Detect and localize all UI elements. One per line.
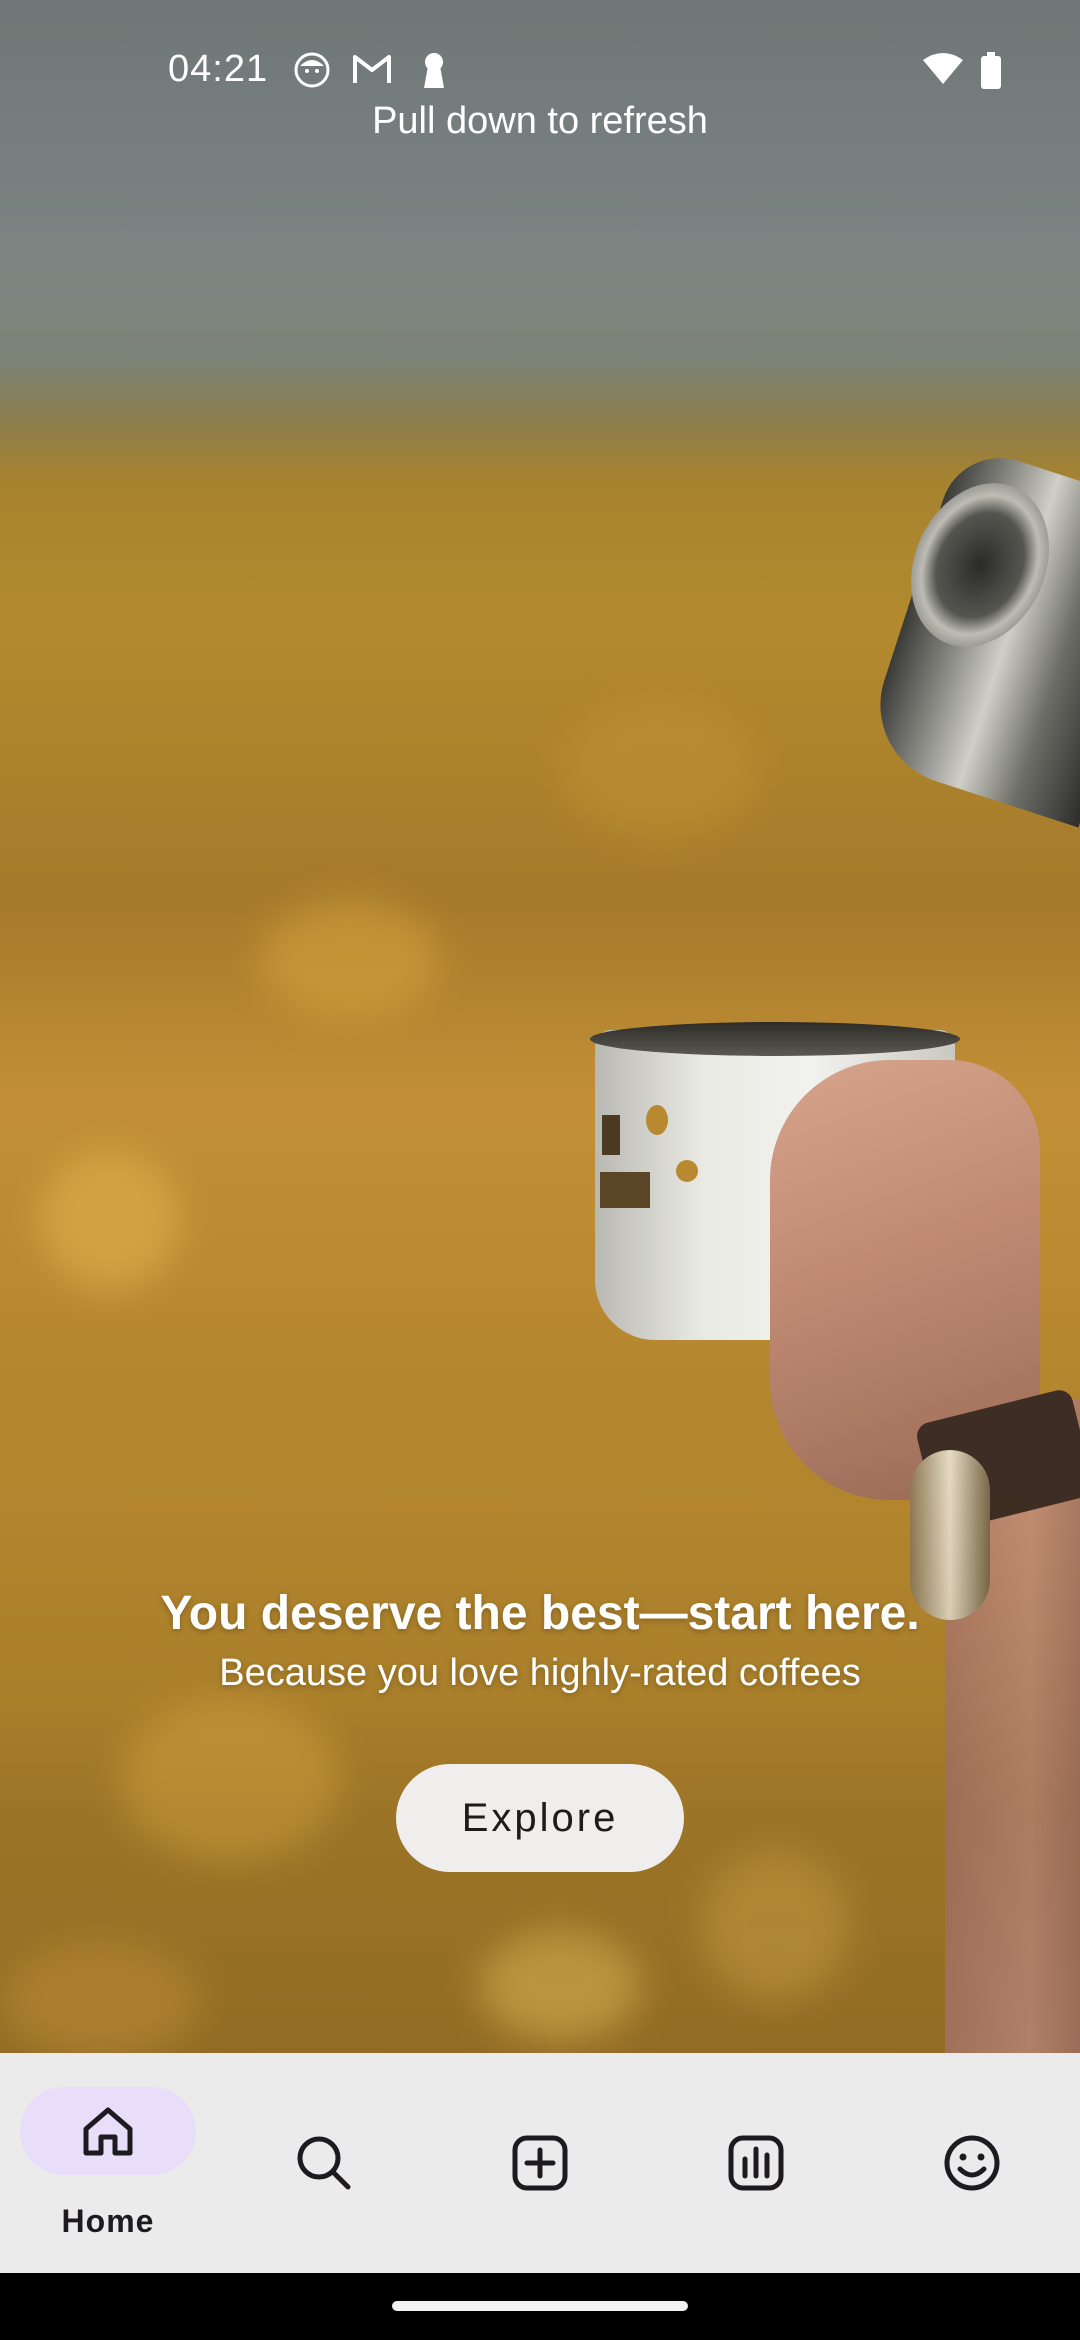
mug-rim [590,1022,960,1056]
stats-icon [728,2135,784,2191]
status-bar: 04:21 Pull down to refresh [0,0,1080,142]
app-screen: 04:21 Pull down to refresh You deserve t… [0,0,1080,2340]
search-icon [297,2136,351,2190]
hero-background-image [0,0,1080,2053]
home-icon [83,2107,133,2156]
nav-item-search[interactable] [216,2053,432,2273]
promo-subtitle: Because you love highly-rated coffees [219,1652,861,1694]
status-time: 04:21 [168,48,269,90]
nav-item-home[interactable]: Home [0,2053,216,2273]
wifi-icon [923,53,963,84]
promo-title: You deserve the best—start here. [160,1587,920,1640]
nav-label-home: Home [61,2203,155,2239]
bottom-navigation: Home [0,2053,1080,2273]
explore-button[interactable]: Explore [396,1764,684,1872]
nav-item-add[interactable] [432,2053,648,2273]
gesture-handle[interactable] [392,2301,688,2311]
battery-icon [981,52,1001,89]
gmail-icon [353,55,391,83]
nav-item-profile[interactable] [864,2053,1080,2273]
add-box-icon [512,2135,568,2191]
nav-item-stats[interactable] [648,2053,864,2273]
smiley-icon [944,2135,1000,2191]
keyhole-icon [424,53,444,88]
face-icon [294,52,330,88]
gesture-nav-area [0,2273,1080,2340]
pull-to-refresh-hint: Pull down to refresh [372,100,708,142]
